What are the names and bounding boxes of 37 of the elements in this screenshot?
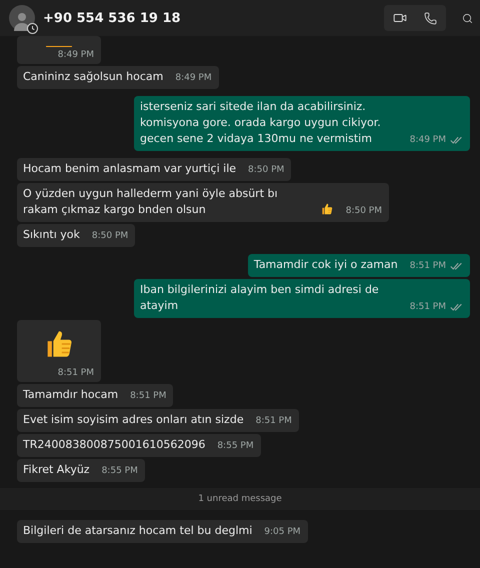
double-check-icon: [450, 262, 463, 270]
message-time: 8:49 PM: [175, 72, 212, 84]
double-check-icon: [450, 136, 463, 144]
message-time: 8:51 PM: [410, 301, 446, 313]
message-text: Iban bilgilerinizi alayim ben simdi adresi de atayim: [140, 282, 380, 314]
video-camera-icon: [392, 11, 406, 25]
contact-avatar[interactable]: [9, 5, 35, 31]
double-check-icon: [450, 302, 463, 312]
message-time: 8:50 PM: [92, 230, 128, 242]
message-text: O yüzden uygun hallederm yani öyle absürt bı rakam çıkmaz kargo bnden olsun: [23, 186, 279, 218]
message-text: Tamamdır hocam: [23, 387, 118, 403]
message-text: Evet isim soyisim adres onları atın sizde: [23, 412, 244, 428]
message-text: Bilgileri de atarsanız hocam tel bu deglmi: [23, 523, 252, 539]
person-icon: [14, 12, 30, 31]
message-text: Tamamdir cok iyi o zaman: [254, 257, 398, 273]
message-time: 8:49 PM: [58, 49, 94, 61]
message-time: 8:51 PM: [256, 415, 292, 427]
contact-name: +90 554 536 19 18: [43, 10, 182, 26]
message-text: Fikret Akyüz: [23, 462, 90, 478]
message-time: 8:55 PM: [102, 465, 138, 477]
unread-label: 1 unread message: [198, 494, 282, 504]
message-time: 8:51 PM: [58, 367, 94, 379]
message-time: 8:50 PM: [248, 164, 284, 176]
message-time: 8:51 PM: [410, 260, 446, 272]
message-text: Sıkıntı yok: [23, 227, 80, 243]
message-text: Canininz sağolsun hocam: [23, 69, 164, 85]
message-time: 8:51 PM: [130, 390, 166, 402]
message-time: 9:05 PM: [264, 526, 301, 538]
message-time: 8:49 PM: [410, 134, 446, 146]
message-text: isterseniz sari sitede ilan da acabilirsiniz. komisyona gore. orada kargo uygun cikiyor. gecen sene 2 vidaya 130mu ne vermistim: [140, 99, 382, 147]
message-time: 8:55 PM: [217, 440, 254, 452]
search-icon: [462, 12, 472, 24]
message-text: Hocam benim anlasmam var yurtiçi ile: [23, 161, 236, 177]
thumbs-up-icon: [320, 202, 334, 216]
message-text: TR240083800875001610562096: [23, 437, 206, 453]
message-time: 8:50 PM: [346, 205, 382, 217]
phone-icon: [424, 12, 437, 24]
